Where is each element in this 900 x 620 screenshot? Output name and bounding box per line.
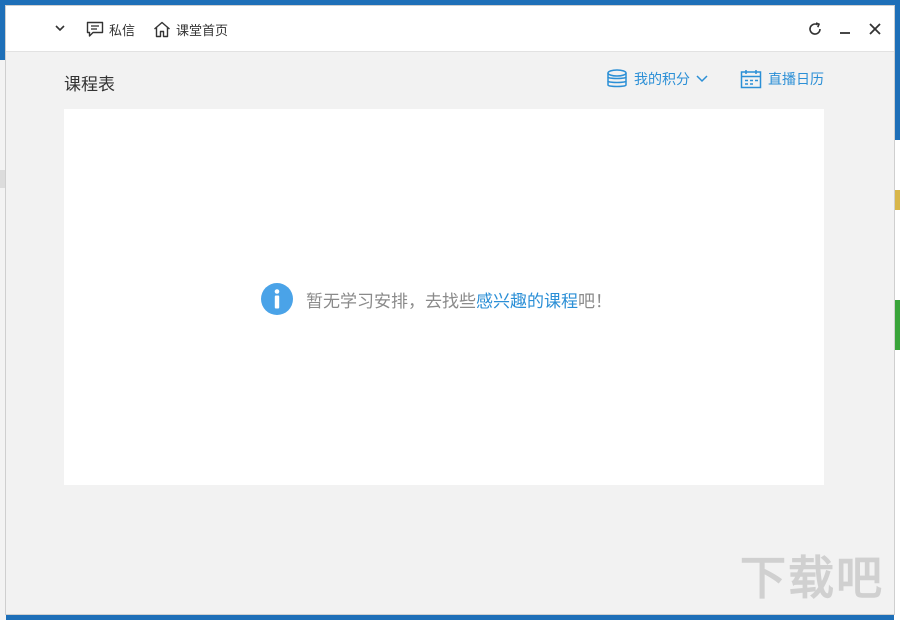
close-icon: [869, 23, 881, 35]
interesting-courses-link[interactable]: 感兴趣的课程: [476, 287, 578, 312]
my-points-label: 我的积分: [634, 71, 690, 87]
messages-button[interactable]: 私信: [86, 18, 135, 40]
empty-state-suffix: 吧！: [578, 291, 612, 311]
classroom-home-label: 课堂首页: [176, 22, 229, 38]
empty-state-prefix: 暂无学习安排，去找些: [306, 291, 476, 311]
schedule-panel: 暂无学习安排，去找些 感兴趣的课程 吧！: [64, 109, 824, 485]
app-window: 私信 课堂首页 课程表 我的积分 直播日历 暂无学习安排，去找些 感兴趣的课程 …: [6, 6, 894, 614]
title-bar: 私信 课堂首页: [6, 6, 894, 52]
chevron-down-icon: [696, 75, 708, 83]
desktop-right-edge: [894, 140, 900, 620]
close-button[interactable]: [864, 18, 886, 40]
minimize-icon: [840, 32, 850, 34]
messages-label: 私信: [109, 22, 136, 38]
minimize-button[interactable]: [834, 18, 856, 40]
home-icon: [154, 21, 170, 37]
menu-dropdown-button[interactable]: [52, 20, 68, 36]
coins-icon: [607, 69, 627, 88]
live-calendar-button[interactable]: 直播日历: [740, 68, 824, 90]
calendar-icon: [740, 70, 762, 89]
page-header: 课程表 我的积分 直播日历: [6, 52, 894, 108]
chevron-down-icon: [55, 24, 65, 31]
message-icon: [86, 21, 104, 37]
page-title: 课程表: [64, 75, 115, 94]
refresh-button[interactable]: [804, 18, 826, 40]
live-calendar-label: 直播日历: [768, 71, 824, 87]
desktop-strip: [894, 190, 900, 210]
my-points-dropdown[interactable]: 我的积分: [606, 68, 708, 90]
watermark: 下载吧: [740, 552, 884, 604]
empty-state-message: 暂无学习安排，去找些 感兴趣的课程 吧！: [260, 282, 612, 316]
classroom-home-button[interactable]: 课堂首页: [153, 18, 228, 40]
info-icon: [261, 283, 293, 315]
desktop-strip: [894, 300, 900, 350]
refresh-icon: [809, 22, 821, 35]
